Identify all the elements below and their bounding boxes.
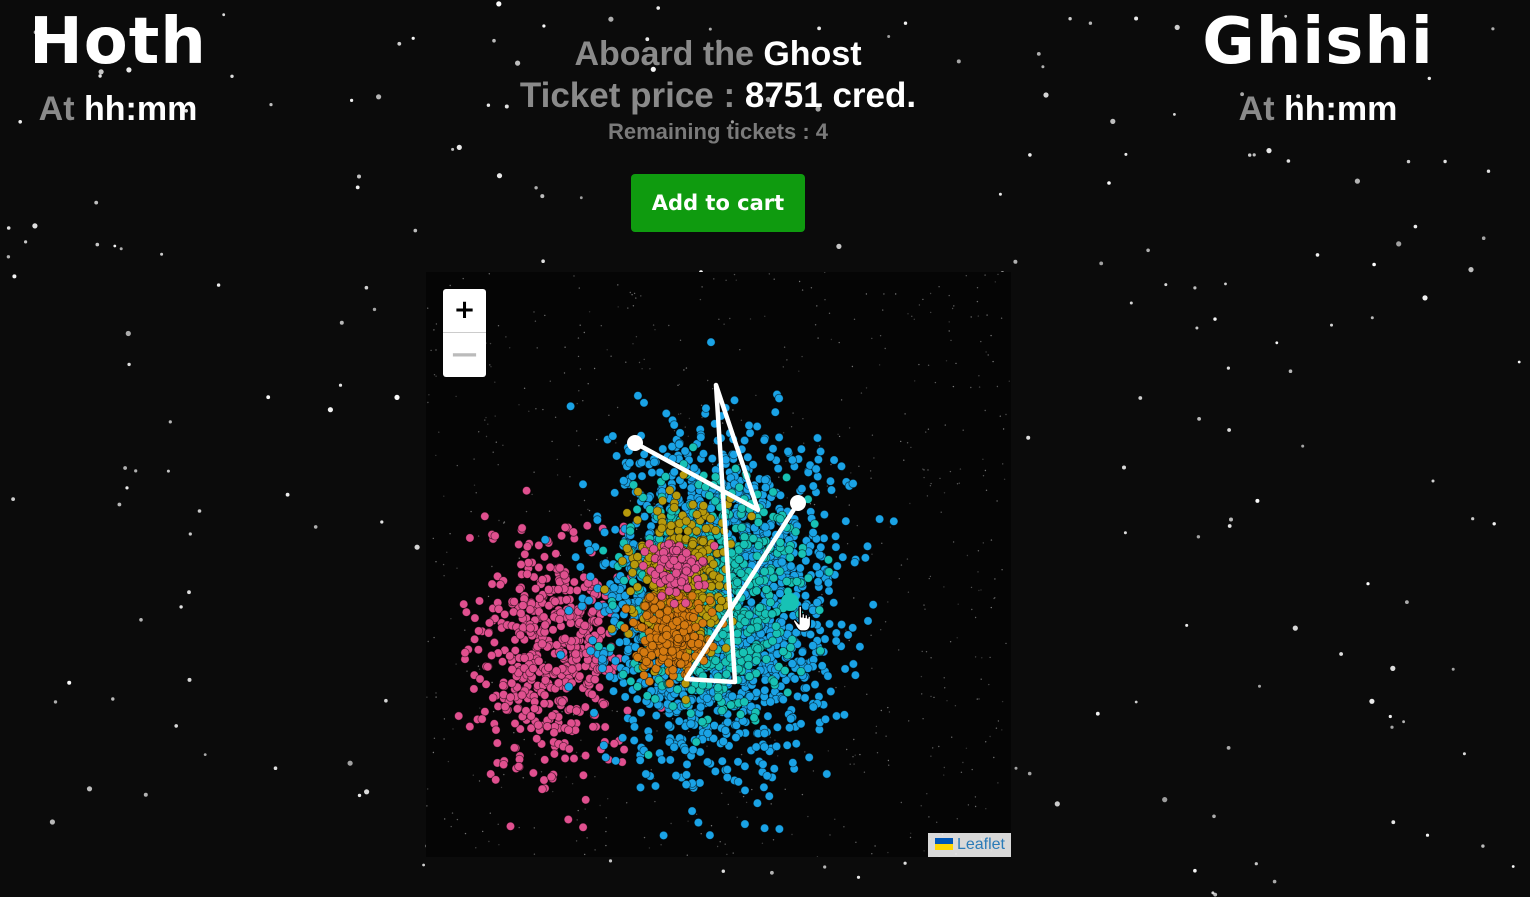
destination-planet-name: Ghishi — [1202, 5, 1434, 79]
route-map[interactable]: + — Leaflet — [426, 272, 1011, 857]
trip-info: Aboard the Ghost Ticket price : 8751 cre… — [468, 34, 968, 146]
zoom-control: + — — [443, 289, 486, 377]
hand-pointer-icon — [792, 605, 812, 632]
destination-arrival-time: At hh:mm — [1190, 90, 1446, 129]
origin-arrival-time: At hh:mm — [18, 90, 218, 129]
price-label: Ticket price : — [519, 76, 736, 115]
leaflet-link[interactable]: Leaflet — [957, 836, 1005, 853]
ship-name: Ghost — [763, 35, 862, 73]
route-start-marker[interactable] — [627, 435, 643, 451]
ship-line: Aboard the Ghost — [468, 34, 968, 74]
ukraine-flag-icon — [934, 838, 953, 850]
origin-planet: Hoth At hh:mm — [18, 0, 218, 129]
add-to-cart-button[interactable]: Add to cart — [631, 174, 805, 232]
origin-time-prefix: At — [38, 90, 75, 128]
remaining-tickets: Remaining tickets : 4 — [468, 118, 968, 146]
remaining-label: Remaining tickets : — [607, 119, 810, 144]
destination-time-prefix: At — [1238, 90, 1275, 128]
ship-prefix: Aboard the — [574, 35, 754, 73]
destination-time-value: hh:mm — [1284, 90, 1398, 128]
map-attribution: Leaflet — [927, 833, 1011, 857]
map-canvas[interactable] — [426, 272, 1011, 857]
zoom-out-button[interactable]: — — [443, 333, 486, 376]
destination-planet: Ghishi At hh:mm — [1190, 0, 1446, 129]
route-end-marker[interactable] — [790, 495, 806, 511]
price-value: 8751 cred. — [744, 76, 917, 115]
zoom-in-button[interactable]: + — [443, 289, 486, 333]
origin-planet-name: Hoth — [29, 5, 207, 79]
remaining-value: 4 — [815, 119, 829, 144]
price-line: Ticket price : 8751 cred. — [468, 74, 968, 118]
origin-time-value: hh:mm — [84, 90, 198, 128]
